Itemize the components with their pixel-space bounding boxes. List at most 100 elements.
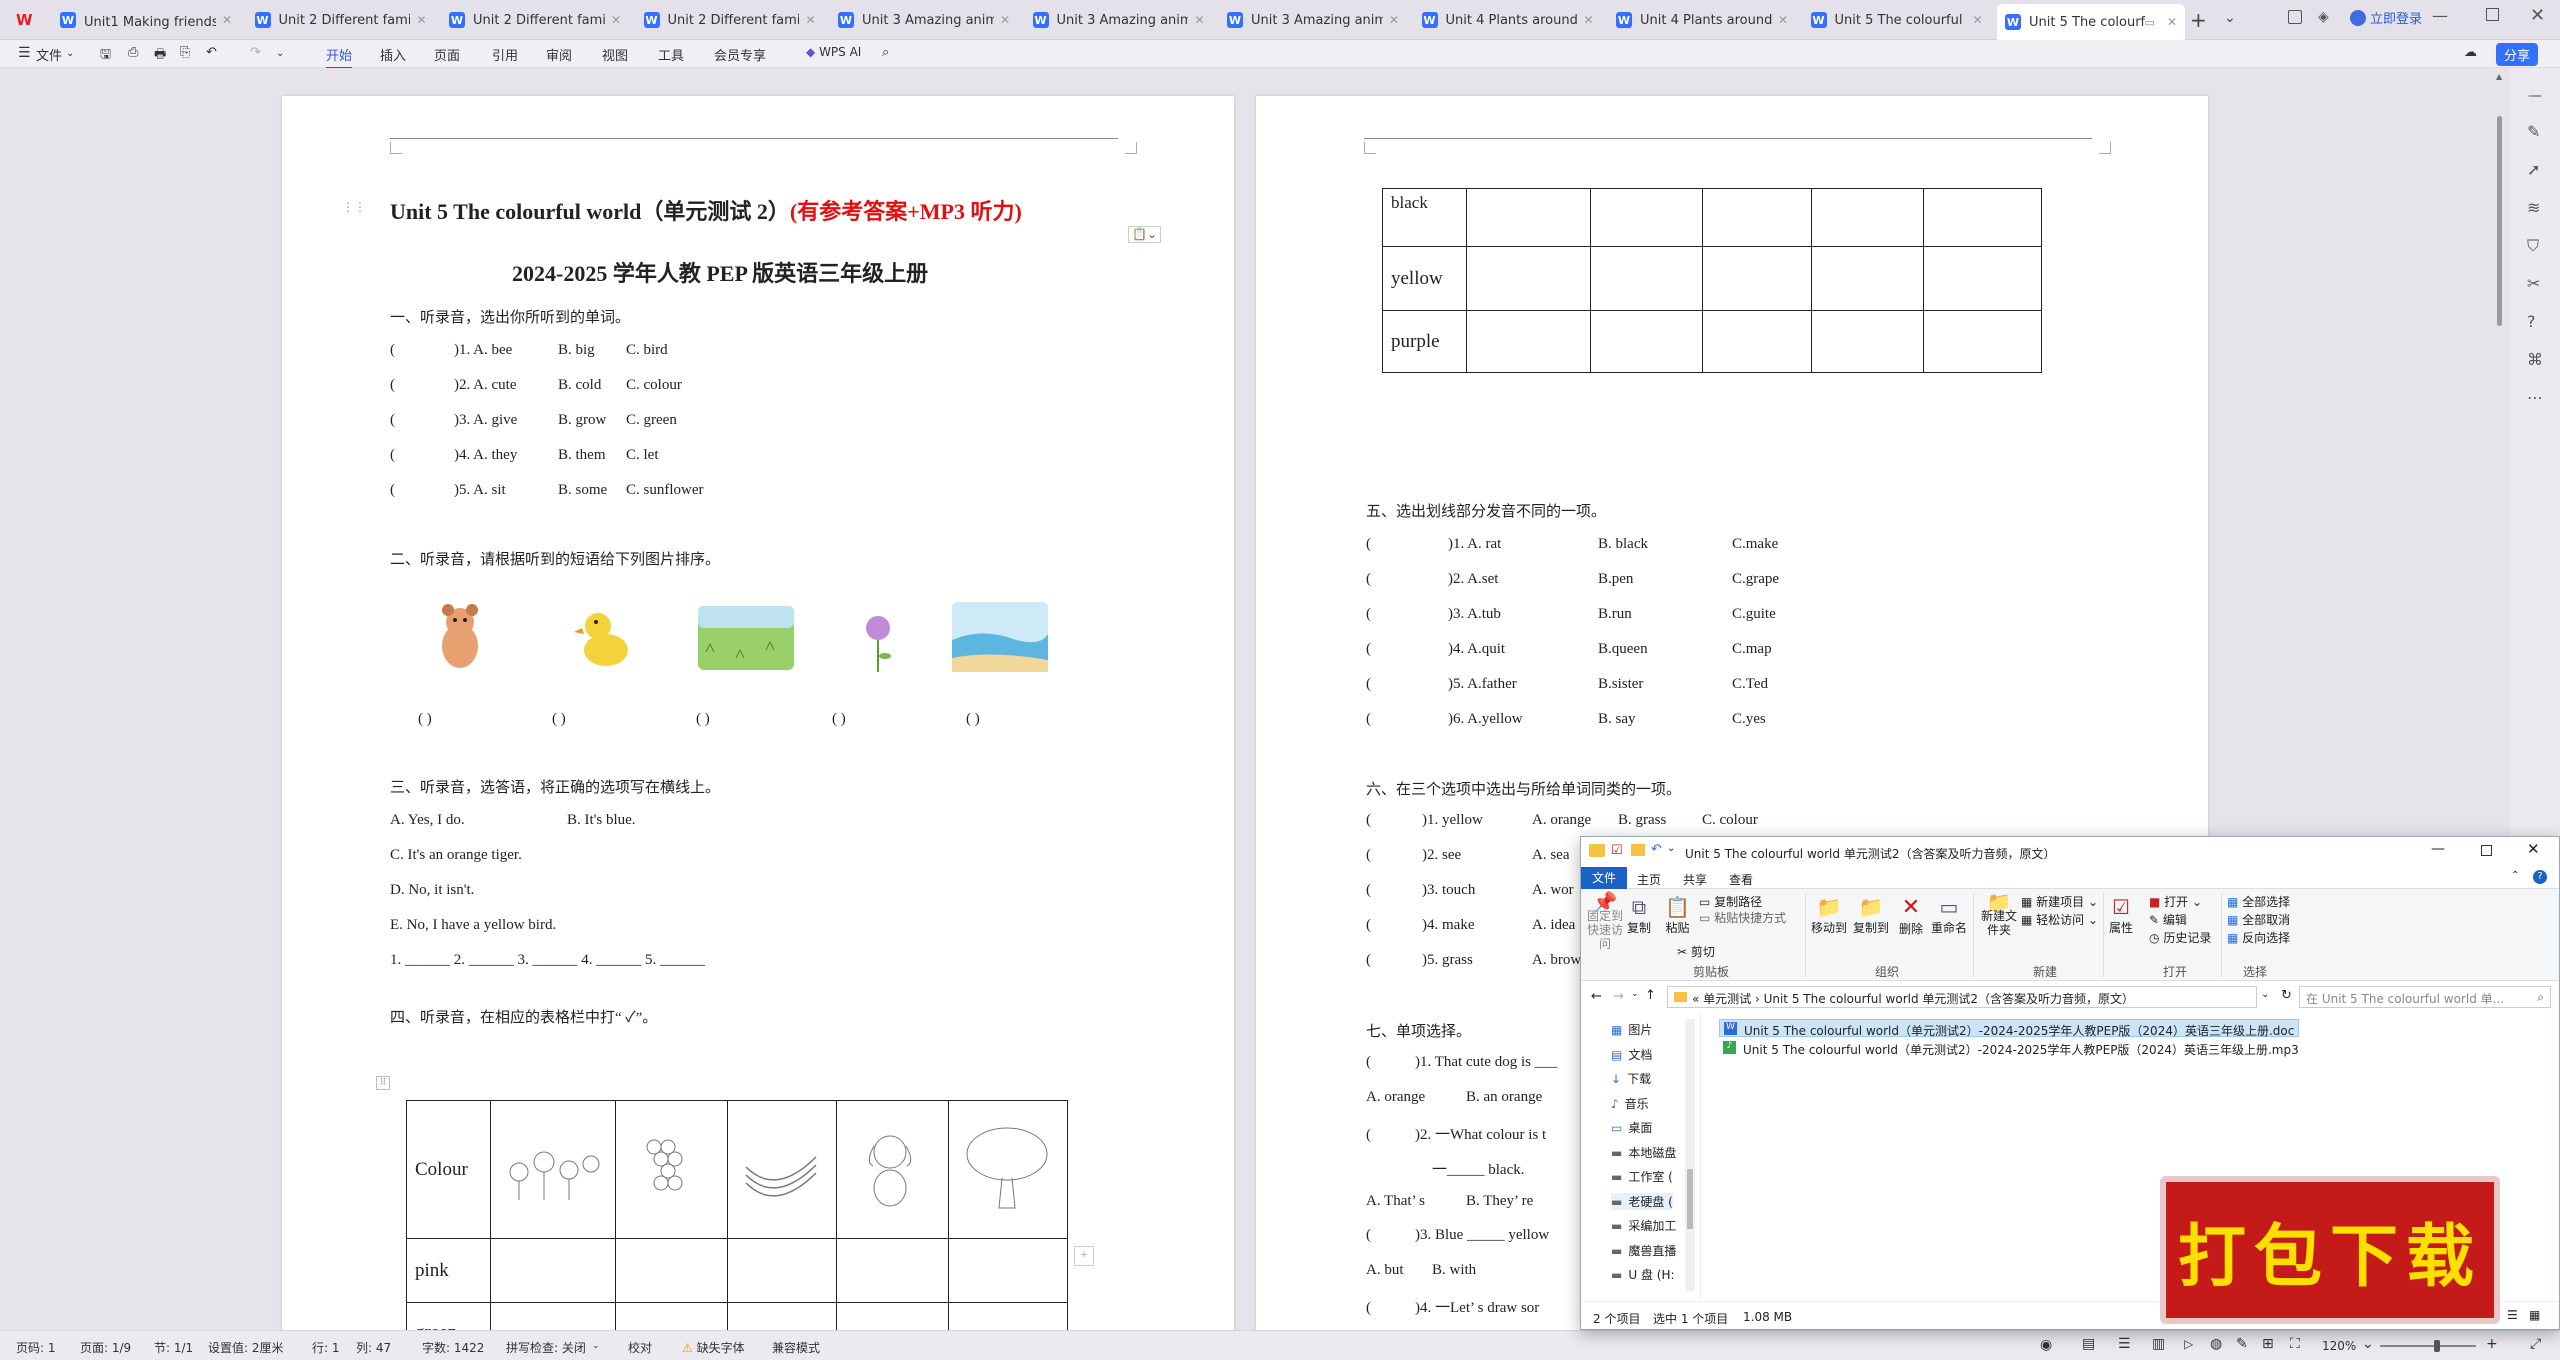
wps-ai-button[interactable]: ◆ WPS AI [806,45,861,59]
nav-item[interactable]: ▬ U 盘 (H: [1611,1266,1675,1283]
nav-item[interactable]: ↓ 下载 [1611,1070,1651,1087]
nav-item[interactable]: ▬ 魔兽直播 [1611,1242,1676,1259]
maximize-button[interactable] [2486,8,2499,21]
menu-item[interactable]: 审阅 [546,45,572,64]
nav-item[interactable]: ▤ 文档 [1611,1046,1652,1063]
status-words[interactable]: 字数: 1422 [422,1339,484,1356]
missing-font[interactable]: ⚠ 缺失字体 [682,1339,745,1356]
zoom-slider[interactable] [2380,1340,2476,1352]
table-cell[interactable] [1590,246,1704,311]
add-column-icon[interactable]: + [1074,1246,1094,1266]
status-col[interactable]: 列: 47 [356,1339,391,1356]
tab-document[interactable]: W Unit 2 Different families ✕ [636,4,824,36]
refresh-icon[interactable]: ↻ [2281,988,2292,1003]
drag-handle-icon[interactable]: ⋮⋮ [342,200,366,215]
page-view-icon[interactable]: ▤ [2082,1336,2095,1352]
table-cell[interactable] [614,1238,729,1303]
tab-document[interactable]: W Unit 3 Amazing animals ✕ [1025,4,1213,36]
recent-icon[interactable]: ⌄ [1631,989,1639,999]
menu-item[interactable]: 工具 [658,45,684,64]
help-icon[interactable]: ? [2533,870,2547,884]
new-item-button[interactable]: ▦ 新建项目 ⌄ [2021,893,2098,910]
forward-icon[interactable]: → [1613,989,1624,1004]
paste-options-icon[interactable]: 📋⌄ [1128,226,1161,243]
up-icon[interactable]: ↑ [1645,988,1656,1003]
cube-icon[interactable]: ◈ [2318,9,2329,25]
table-cell[interactable] [614,1302,729,1330]
table-cell[interactable] [1702,310,1812,373]
table-cell[interactable] [727,1302,837,1330]
pin-button[interactable]: 📌 固定到快速访问 [1587,892,1623,951]
undo-icon[interactable]: ↶ [206,45,217,60]
nav-item[interactable]: ▬ 本地磁盘 [1611,1144,1676,1161]
globe-icon[interactable]: ◍ [2210,1336,2222,1352]
tab-document[interactable]: W Unit 3 Amazing animals ✕ [830,4,1018,36]
zoom-out-icon[interactable]: ⌄ [2362,1336,2374,1352]
proofread[interactable]: 校对 [628,1339,652,1356]
table-cell[interactable] [1702,246,1812,311]
copy-to-button[interactable]: 📁 复制到 [1853,895,1889,936]
properties-icon[interactable]: ☑ [1611,843,1623,858]
address-bar[interactable]: « 单元测试 › Unit 5 The colourful world 单元测试… [1667,986,2257,1008]
outline-view-icon[interactable]: ☰ [2118,1336,2131,1352]
zoom-thumb[interactable] [2434,1340,2440,1352]
download-promo-badge[interactable]: 打包下载 [2160,1176,2500,1324]
tab-document[interactable]: W Unit 4 Plants around us ✕ [1608,4,1796,36]
table-handle-icon[interactable]: ⠿ [376,1076,390,1090]
table-cell[interactable] [490,1302,616,1330]
rename-button[interactable]: ▭ 重命名 [1931,895,1967,936]
close-tab-icon[interactable]: ✕ [805,13,815,27]
select-all-button[interactable]: ▦ 全部选择 [2227,893,2290,910]
copy-path-button[interactable]: ▭ 复制路径 [1699,893,1762,910]
tab-document[interactable]: W Unit 4 Plants around us ✕ [1414,4,1602,36]
easy-access-button[interactable]: ▦ 轻松访问 ⌄ [2021,911,2098,928]
login-button[interactable]: 立即登录 [2350,8,2422,27]
edit-button[interactable]: ✎ 编辑 [2149,911,2187,928]
close-button[interactable]: ✕ [2530,5,2545,26]
tab-document[interactable]: W Unit 5 The colourful wo ✕ [1803,4,1991,36]
menu-item[interactable]: 会员专享 [714,45,766,64]
redo-icon[interactable]: ↷ [250,45,261,60]
scroll-thumb[interactable] [2497,116,2502,326]
zoom-in-icon[interactable]: + [2486,1336,2498,1352]
fit-icon[interactable]: ⛶ [2290,1336,2300,1352]
table-cell[interactable] [1466,188,1592,247]
status-setting[interactable]: 设置值: 2厘米 [208,1339,284,1356]
wps-logo-icon[interactable]: W [16,11,34,29]
scroll-up-icon[interactable]: ▲ [2496,72,2502,81]
cut-button[interactable]: ✂ 剪切 [1677,943,1715,960]
help-icon[interactable]: ? [2527,312,2536,331]
table-cell[interactable] [1466,246,1592,311]
status-section[interactable]: 节: 1/1 [154,1339,193,1356]
tab-document[interactable]: W Unit 2 Different families ✕ [441,4,629,36]
chevron-up-icon[interactable]: ⌃ [2511,870,2519,881]
select-none-button[interactable]: ▦ 全部取消 [2227,911,2290,928]
table-cell[interactable] [1702,188,1812,247]
tab-active-document[interactable]: W Unit 5 The colourfu ▭ ✕ [1997,4,2185,40]
table-cell[interactable] [948,1302,1068,1330]
history-button[interactable]: ◷ 历史记录 [2149,929,2211,946]
layout-icon[interactable]: ⊞ [2262,1336,2274,1352]
menu-item[interactable]: 页面 [434,45,460,64]
copy-button[interactable]: ⧉ 复制 [1627,895,1651,936]
menu-item[interactable]: 引用 [492,45,518,64]
status-page[interactable]: 页码: 1 [16,1339,56,1356]
delete-button[interactable]: ✕ 删除 [1899,895,1923,937]
properties-button[interactable]: ☑ 属性 [2109,895,2133,936]
search-box[interactable]: 在 Unit 5 The colourful world 单... ⌕ [2299,986,2551,1008]
address-dropdown-icon[interactable]: ⌄ [2261,989,2269,1000]
table-cell[interactable] [1810,310,1924,373]
tab-file[interactable]: 文件 [1581,867,1627,889]
close-tab-icon[interactable]: ✕ [1583,13,1593,27]
close-tab-icon[interactable]: ✕ [1000,13,1010,27]
nav-item[interactable]: ▬ 工作室 ( [1611,1168,1673,1185]
details-view-icon[interactable]: ☰ [2507,1308,2518,1322]
nav-scrollbar[interactable] [1685,1019,1695,1291]
table-cell[interactable] [835,1302,950,1330]
table-cell[interactable] [1810,246,1924,311]
explorer-minimize-button[interactable]: — [2431,841,2445,857]
play-icon[interactable]: ▷ [2184,1337,2193,1351]
zoom-level[interactable]: 120% [2322,1339,2356,1353]
print-icon[interactable]: 🖶 [154,45,166,67]
more-icon[interactable]: ⋯ [2527,388,2543,407]
